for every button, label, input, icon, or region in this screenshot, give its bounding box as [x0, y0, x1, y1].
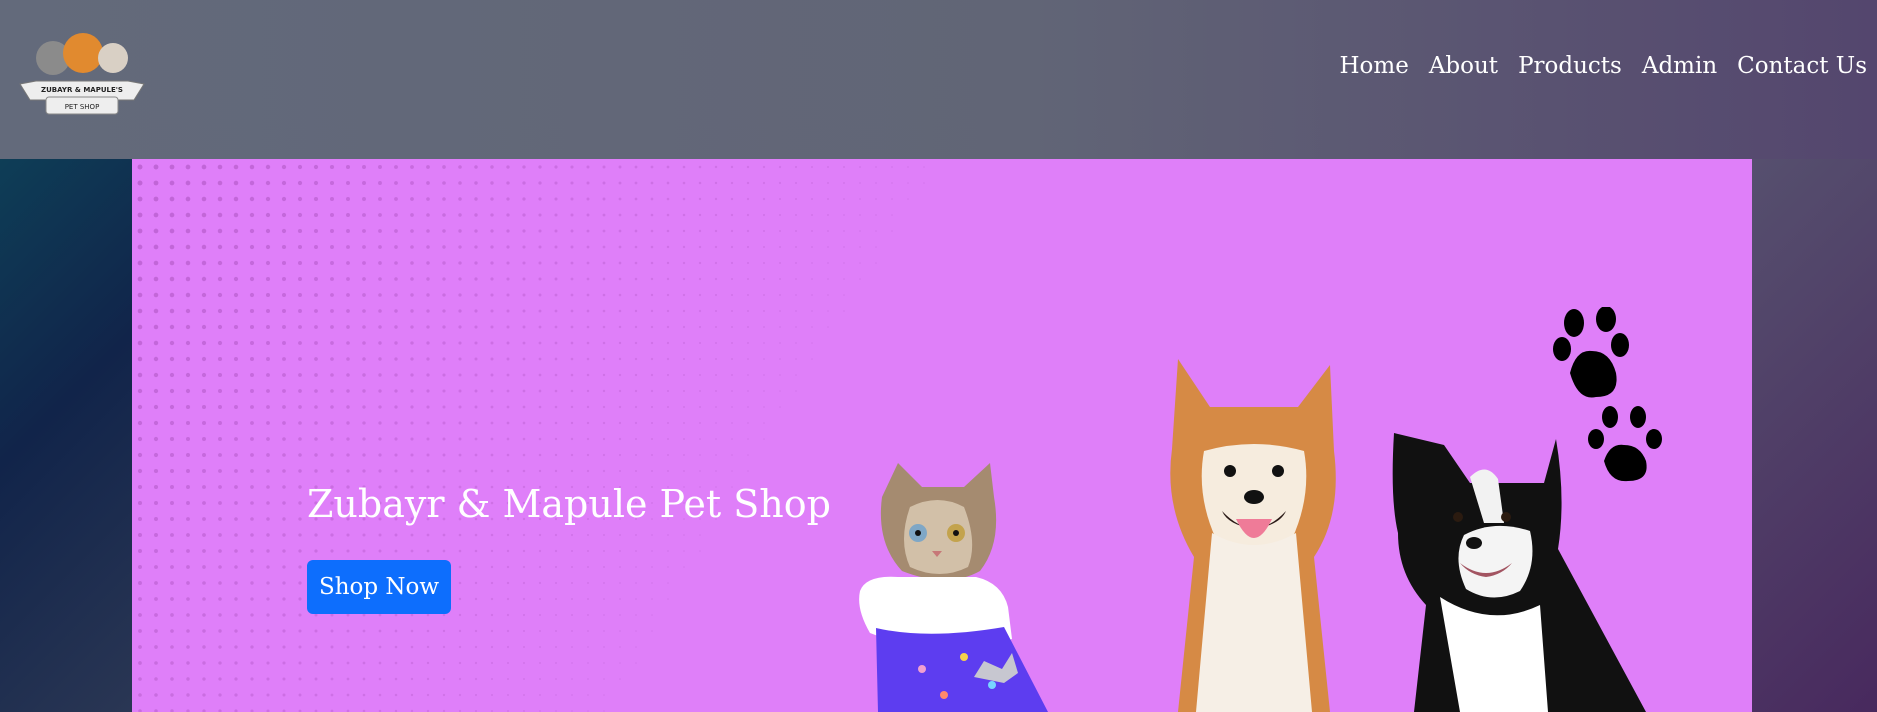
logo-kitten-head — [98, 43, 128, 73]
paw-print-icon — [1553, 307, 1629, 398]
hero-banner: Zubayr & Mapule Pet Shop Shop Now — [132, 159, 1752, 712]
nav-admin[interactable]: Admin — [1642, 50, 1717, 83]
logo-text-line2: PET SHOP — [65, 103, 100, 111]
shiba-photo — [1170, 359, 1336, 712]
cat-photo — [859, 463, 1048, 712]
hero-title: Zubayr & Mapule Pet Shop — [307, 482, 831, 526]
logo-dog-head — [63, 33, 103, 73]
site-header: ZUBAYR & MAPULE'S PET SHOP Home About Pr… — [0, 0, 1877, 159]
nav-contact-us[interactable]: Contact Us — [1737, 50, 1867, 83]
nav-products[interactable]: Products — [1518, 50, 1622, 83]
shop-logo[interactable]: ZUBAYR & MAPULE'S PET SHOP — [16, 28, 148, 124]
main-nav: Home About Products Admin Contact Us — [1339, 50, 1867, 83]
paw-print-icon-small — [1588, 406, 1662, 482]
nav-about[interactable]: About — [1429, 50, 1498, 83]
logo-text-line1: ZUBAYR & MAPULE'S — [41, 86, 123, 94]
page: ZUBAYR & MAPULE'S PET SHOP Home About Pr… — [0, 0, 1877, 712]
nav-home[interactable]: Home — [1339, 50, 1408, 83]
shop-now-button[interactable]: Shop Now — [307, 560, 451, 614]
logo-graphic: ZUBAYR & MAPULE'S PET SHOP — [19, 33, 145, 115]
